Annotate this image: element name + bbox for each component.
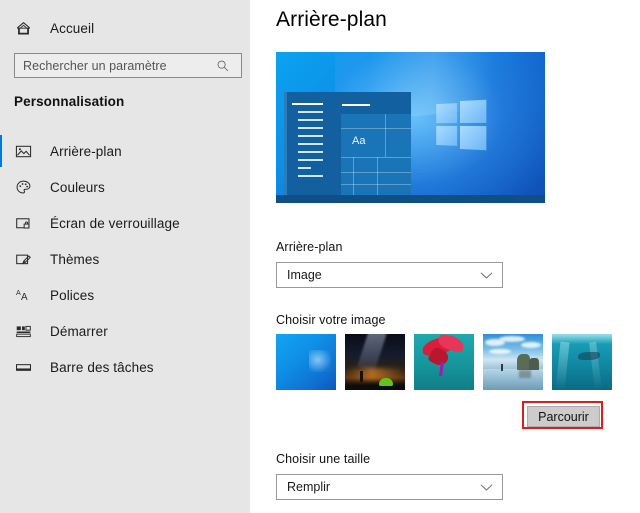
sidebar-item-label: Polices [50, 287, 95, 303]
background-field-label: Arrière-plan [276, 240, 343, 254]
preview-content-pane [341, 114, 411, 195]
svg-text:A: A [21, 291, 28, 302]
preview-sample-text: Aa [352, 135, 366, 147]
sidebar-item-label: Écran de verrouillage [50, 215, 180, 231]
thumbnail-night-sky[interactable] [345, 334, 405, 390]
sidebar-item-label: Thèmes [50, 251, 100, 267]
sidebar-item-label: Barre des tâches [50, 359, 154, 375]
sidebar-category-title: Personnalisation [14, 94, 125, 109]
sidebar-item-label: Arrière-plan [50, 143, 122, 159]
sidebar-item-colors[interactable]: Couleurs [0, 169, 250, 205]
preview-nav-accent [284, 92, 287, 195]
start-menu-icon [14, 322, 32, 340]
browse-button[interactable]: Parcourir [527, 406, 600, 427]
theme-brush-icon [14, 250, 32, 268]
sidebar-item-themes[interactable]: Thèmes [0, 241, 250, 277]
palette-icon [14, 178, 32, 196]
browse-button-highlight: Parcourir [522, 401, 603, 429]
picture-icon [14, 142, 32, 160]
preview-taskbar [276, 195, 545, 203]
chevron-down-icon [480, 271, 493, 280]
sidebar-item-background[interactable]: Arrière-plan [0, 133, 250, 169]
search-box[interactable] [14, 53, 242, 78]
font-icon: A A [14, 286, 32, 304]
sidebar: Accueil Personnalisation [0, 0, 250, 513]
background-type-value: Image [287, 268, 322, 282]
sidebar-item-taskbar[interactable]: Barre des tâches [0, 349, 250, 385]
taskbar-icon [14, 358, 32, 376]
sidebar-item-fonts[interactable]: A A Polices [0, 277, 250, 313]
sidebar-item-label: Démarrer [50, 323, 108, 339]
thumbnail-underwater[interactable] [552, 334, 612, 390]
picture-size-dropdown[interactable]: Remplir [276, 474, 503, 500]
desktop-preview: Aa [276, 52, 545, 203]
thumbnail-red-flower[interactable] [414, 334, 474, 390]
main-content: Arrière-plan Aa Arrière-plan Image Chois… [250, 0, 640, 513]
sidebar-home-label: Accueil [50, 20, 95, 36]
chevron-down-icon [480, 483, 493, 492]
lock-screen-icon [14, 214, 32, 232]
background-type-dropdown[interactable]: Image [276, 262, 503, 288]
sidebar-nav-list: Arrière-plan Couleurs Écran de verrouill… [0, 133, 250, 385]
settings-window: Accueil Personnalisation [0, 0, 640, 513]
preview-app-window: Aa [284, 92, 411, 195]
windows-logo-icon [436, 99, 487, 151]
sidebar-item-start[interactable]: Démarrer [0, 313, 250, 349]
home-icon [14, 19, 32, 37]
picture-thumbnail-list [276, 334, 612, 390]
search-icon[interactable] [211, 54, 235, 77]
search-input[interactable] [15, 54, 211, 77]
sidebar-home[interactable]: Accueil [0, 13, 250, 43]
sidebar-item-lock-screen[interactable]: Écran de verrouillage [0, 205, 250, 241]
picture-size-value: Remplir [287, 480, 331, 494]
selection-accent-bar [0, 135, 2, 167]
choose-size-label: Choisir une taille [276, 452, 371, 466]
thumbnail-windows-hero[interactable] [276, 334, 336, 390]
sidebar-item-label: Couleurs [50, 179, 105, 195]
thumbnail-beach[interactable] [483, 334, 543, 390]
choose-picture-label: Choisir votre image [276, 313, 386, 327]
page-title: Arrière-plan [276, 8, 387, 31]
